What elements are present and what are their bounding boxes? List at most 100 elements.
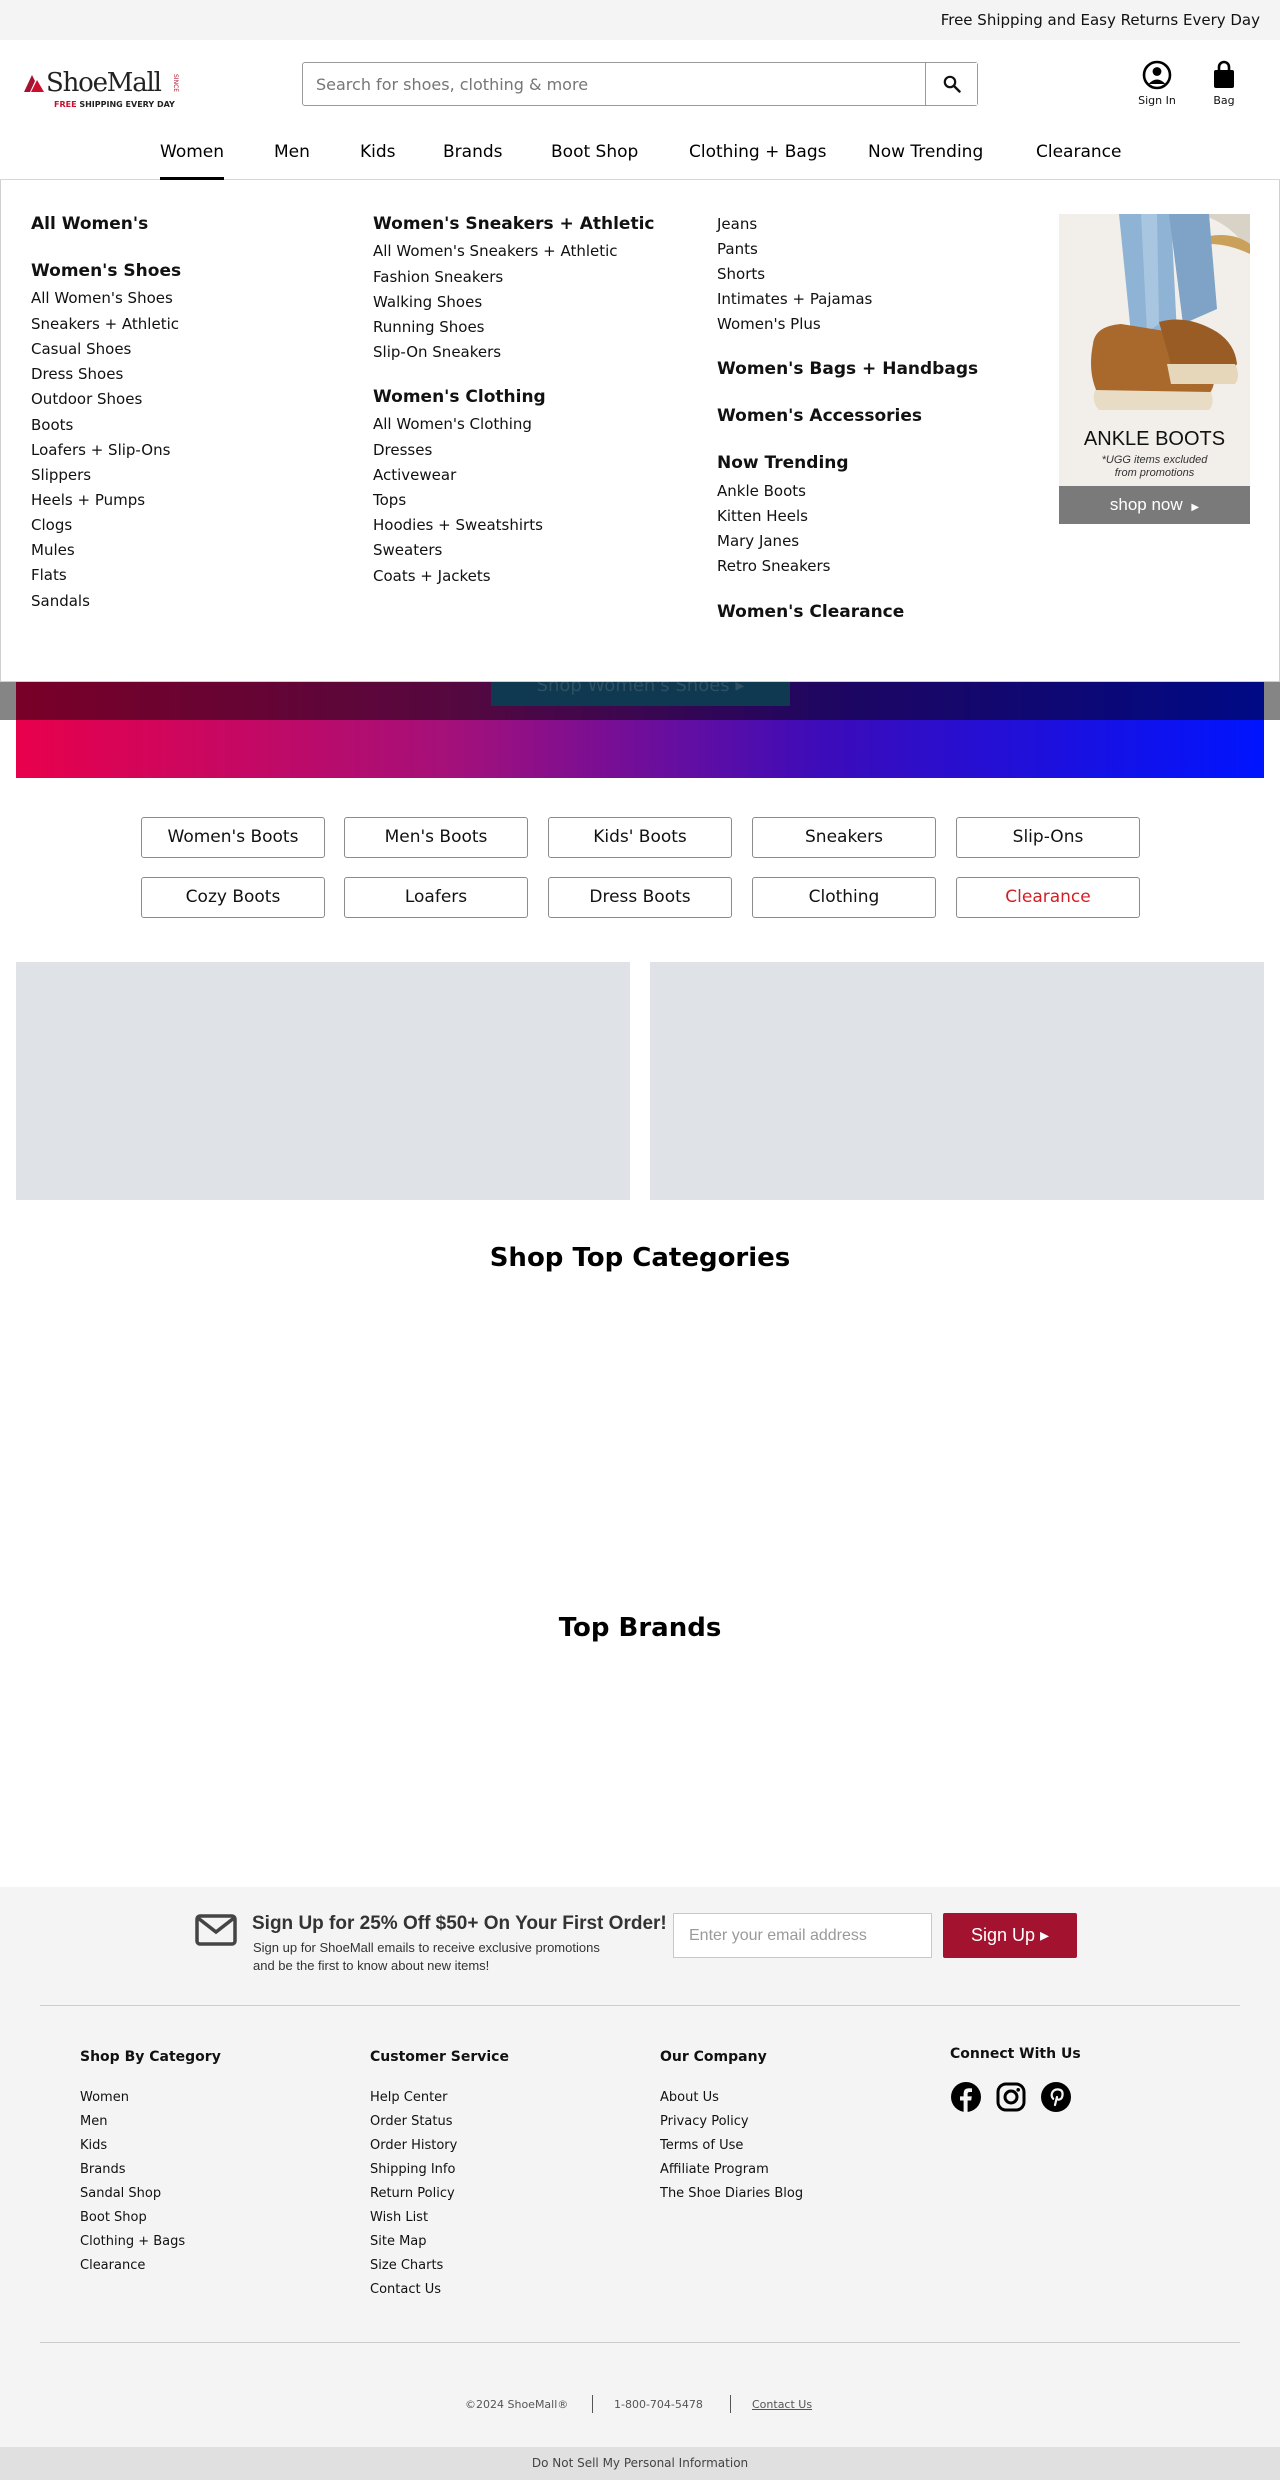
menu-link[interactable]: All Women's Sneakers + Athletic	[373, 242, 618, 260]
footer-link[interactable]: The Shoe Diaries Blog	[660, 2186, 803, 2201]
menu-now-trending-heading[interactable]: Now Trending	[717, 453, 849, 473]
menu-link[interactable]: Mary Janes	[717, 532, 799, 550]
category-button[interactable]: Men's Boots	[344, 817, 528, 858]
nav-brands[interactable]: Brands	[443, 142, 503, 180]
menu-womens-clearance-heading[interactable]: Women's Clearance	[717, 602, 904, 622]
facebook-icon[interactable]	[950, 2081, 982, 2113]
menu-link[interactable]: All Women's Shoes	[31, 289, 173, 307]
menu-link[interactable]: Slip-On Sneakers	[373, 343, 501, 361]
menu-link[interactable]: Boots	[31, 416, 73, 434]
menu-link[interactable]: Casual Shoes	[31, 340, 131, 358]
menu-link[interactable]: Sweaters	[373, 541, 442, 559]
nav-boot-shop[interactable]: Boot Shop	[551, 142, 638, 180]
nav-clearance[interactable]: Clearance	[1036, 142, 1121, 180]
instagram-icon[interactable]	[995, 2081, 1027, 2113]
menu-womens-shoes-heading[interactable]: Women's Shoes	[31, 261, 181, 281]
email-field[interactable]	[673, 1913, 932, 1958]
promo-banner-left[interactable]	[16, 962, 630, 1200]
sign-in-button[interactable]: Sign In	[1127, 58, 1187, 107]
phone-number[interactable]: 1-800-704-5478	[614, 2398, 703, 2411]
nav-men[interactable]: Men	[274, 142, 310, 180]
menu-womens-sneakers-heading[interactable]: Women's Sneakers + Athletic	[373, 214, 655, 234]
menu-link[interactable]: Heels + Pumps	[31, 491, 145, 509]
menu-womens-bags-heading[interactable]: Women's Bags + Handbags	[717, 359, 978, 379]
ankle-boots-promo[interactable]: ANKLE BOOTS *UGG items excluded from pro…	[1059, 214, 1250, 524]
menu-link[interactable]: Retro Sneakers	[717, 557, 830, 575]
nav-clothing-bags[interactable]: Clothing + Bags	[689, 142, 827, 180]
sign-up-button[interactable]: Sign Up ▸	[943, 1913, 1077, 1958]
footer-link[interactable]: Brands	[80, 2162, 126, 2177]
menu-link[interactable]: Tops	[373, 491, 406, 509]
nav-now-trending[interactable]: Now Trending	[868, 142, 983, 180]
footer-link[interactable]: Affiliate Program	[660, 2162, 769, 2177]
footer-link[interactable]: Terms of Use	[660, 2138, 743, 2153]
footer-link[interactable]: Boot Shop	[80, 2210, 147, 2225]
menu-link[interactable]: Dress Shoes	[31, 365, 123, 383]
menu-link[interactable]: Mules	[31, 541, 75, 559]
menu-link[interactable]: Activewear	[373, 466, 456, 484]
menu-link[interactable]: Sneakers + Athletic	[31, 315, 179, 333]
menu-link[interactable]: Loafers + Slip-Ons	[31, 441, 170, 459]
footer-link[interactable]: Shipping Info	[370, 2162, 455, 2177]
menu-link[interactable]: Dresses	[373, 441, 432, 459]
menu-link[interactable]: Outdoor Shoes	[31, 390, 142, 408]
footer-link[interactable]: Wish List	[370, 2210, 428, 2225]
category-button[interactable]: Sneakers	[752, 817, 936, 858]
category-button[interactable]: Women's Boots	[141, 817, 325, 858]
category-button[interactable]: Clothing	[752, 877, 936, 918]
menu-all-womens[interactable]: All Women's	[31, 214, 148, 234]
nav-kids[interactable]: Kids	[360, 142, 396, 180]
footer-link[interactable]: Site Map	[370, 2234, 427, 2249]
footer-link[interactable]: Order Status	[370, 2114, 453, 2129]
footer-link[interactable]: Men	[80, 2114, 107, 2129]
nav-women[interactable]: Women	[160, 142, 225, 180]
footer-link[interactable]: Sandal Shop	[80, 2186, 161, 2201]
menu-link[interactable]: Sandals	[31, 592, 90, 610]
category-button[interactable]: Cozy Boots	[141, 877, 325, 918]
footer-link[interactable]: Kids	[80, 2138, 107, 2153]
category-button[interactable]: Loafers	[344, 877, 528, 918]
menu-link[interactable]: Jeans	[717, 215, 757, 233]
clearance-category-button[interactable]: Clearance	[956, 877, 1140, 918]
footer-link[interactable]: Contact Us	[370, 2282, 441, 2297]
menu-link[interactable]: Pants	[717, 240, 758, 258]
menu-link[interactable]: Running Shoes	[373, 318, 484, 336]
footer-link[interactable]: Order History	[370, 2138, 457, 2153]
bag-button[interactable]: Bag	[1194, 58, 1254, 107]
logo-tagline-free: FREE	[54, 100, 77, 109]
menu-womens-clothing-heading[interactable]: Women's Clothing	[373, 387, 546, 407]
menu-link[interactable]: Slippers	[31, 466, 91, 484]
menu-link[interactable]: All Women's Clothing	[373, 415, 532, 433]
category-button[interactable]: Dress Boots	[548, 877, 732, 918]
search-button[interactable]	[925, 63, 977, 105]
footer-link[interactable]: Privacy Policy	[660, 2114, 749, 2129]
menu-link[interactable]: Women's Plus	[717, 315, 821, 333]
footer-link[interactable]: Women	[80, 2090, 129, 2105]
promo-banner-right[interactable]	[650, 962, 1264, 1200]
footer-contact-link[interactable]: Contact Us	[752, 2398, 812, 2411]
menu-link[interactable]: Hoodies + Sweatshirts	[373, 516, 543, 534]
promo-shop-now[interactable]: shop now ▶	[1059, 495, 1250, 515]
menu-link[interactable]: Coats + Jackets	[373, 567, 491, 585]
menu-link[interactable]: Fashion Sneakers	[373, 268, 503, 286]
footer-link[interactable]: About Us	[660, 2090, 719, 2105]
footer-link[interactable]: Size Charts	[370, 2258, 443, 2273]
footer-link[interactable]: Help Center	[370, 2090, 448, 2105]
menu-link[interactable]: Flats	[31, 566, 67, 584]
footer-link[interactable]: Clothing + Bags	[80, 2234, 185, 2249]
footer-link[interactable]: Return Policy	[370, 2186, 455, 2201]
menu-link[interactable]: Ankle Boots	[717, 482, 806, 500]
menu-link[interactable]: Walking Shoes	[373, 293, 482, 311]
shoemall-logo[interactable]: ShoeMall SINCE FREE SHIPPING EVERY DAY	[22, 66, 182, 110]
category-button[interactable]: Slip-Ons	[956, 817, 1140, 858]
do-not-sell-link[interactable]: Do Not Sell My Personal Information	[0, 2447, 1280, 2480]
menu-link[interactable]: Kitten Heels	[717, 507, 808, 525]
category-button[interactable]: Kids' Boots	[548, 817, 732, 858]
menu-link[interactable]: Clogs	[31, 516, 72, 534]
menu-womens-accessories-heading[interactable]: Women's Accessories	[717, 406, 922, 426]
pinterest-icon[interactable]	[1040, 2081, 1072, 2113]
footer-link[interactable]: Clearance	[80, 2258, 145, 2273]
menu-link[interactable]: Shorts	[717, 265, 765, 283]
menu-link[interactable]: Intimates + Pajamas	[717, 290, 872, 308]
search-input[interactable]	[303, 63, 923, 105]
